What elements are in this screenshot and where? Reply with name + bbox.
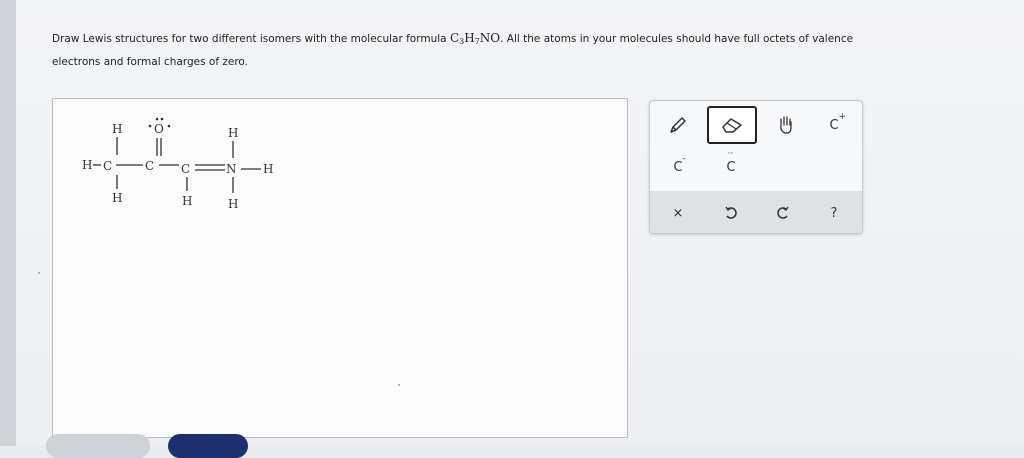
atom-h-left[interactable]: H [82, 158, 92, 172]
atom-c3[interactable]: C [181, 162, 190, 176]
undo-button[interactable] [711, 195, 751, 231]
lone-pair-dot [155, 117, 159, 121]
formula-h: H [464, 31, 475, 45]
redo-button[interactable] [763, 195, 803, 231]
help-icon: ? [830, 205, 838, 221]
left-edge-bar [0, 0, 16, 446]
lone-pair-dot [160, 117, 164, 121]
prompt-text-prefix: Draw Lewis structures for two different … [52, 33, 450, 45]
prompt-line-2: electrons and formal charges of zero. [52, 56, 248, 68]
molecular-formula: C3H7NO [449, 31, 501, 46]
atom-h-top-left[interactable]: H [112, 122, 122, 136]
atom-h-top-right[interactable]: H [228, 126, 238, 140]
formula-no: NO [479, 31, 501, 45]
eraser-icon [722, 118, 742, 133]
lone-pair-dot [167, 124, 171, 128]
lewis-structure[interactable]: H O H H C C C N H H H H [53, 99, 627, 437]
atom-h-bottom-right[interactable]: H [228, 197, 238, 211]
question-prompt: Draw Lewis structures for two different … [52, 28, 1012, 72]
atom-c2[interactable]: C [145, 159, 154, 173]
prompt-line-1: Draw Lewis structures for two different … [52, 28, 1012, 52]
positive-charge-tool-button[interactable]: C + [814, 107, 854, 143]
atom-h-bottom-mid[interactable]: H [182, 194, 192, 208]
undo-icon [725, 206, 737, 219]
drawing-canvas[interactable]: H O H H C C C N H H H H [52, 98, 628, 438]
prompt-text-suffix: . All the atoms in your molecules should… [500, 33, 854, 45]
screen-speck [38, 272, 40, 274]
lone-pair-tool-button[interactable]: C ·· [711, 149, 751, 185]
clear-button[interactable]: × [658, 195, 698, 231]
formula-c: C [449, 31, 460, 45]
negative-charge-label: C- [673, 153, 686, 175]
drawing-toolbox: C + C- C ·· × ? [649, 100, 863, 234]
atom-n[interactable]: N [226, 162, 237, 176]
atom-h-bottom-left[interactable]: H [112, 191, 122, 205]
eraser-tool-button[interactable] [707, 106, 757, 144]
close-icon: × [672, 205, 684, 221]
secondary-action-button[interactable] [46, 434, 150, 458]
negative-charge-tool-button[interactable]: C- [658, 149, 698, 185]
atom-c1[interactable]: C [103, 159, 112, 173]
atom-o[interactable]: O [154, 122, 164, 136]
pencil-icon [670, 117, 686, 133]
screen-speck [398, 384, 400, 386]
redo-icon [777, 206, 789, 219]
hand-icon [780, 116, 792, 134]
help-button[interactable]: ? [814, 195, 854, 231]
lone-pair-label: C ·· [726, 148, 736, 175]
lone-pair-dot [148, 124, 152, 128]
pencil-tool-button[interactable] [658, 107, 698, 143]
hand-tool-button[interactable] [766, 107, 806, 143]
positive-charge-label: C + [829, 111, 846, 133]
primary-action-button[interactable] [168, 434, 248, 458]
atom-h-right[interactable]: H [263, 162, 273, 176]
